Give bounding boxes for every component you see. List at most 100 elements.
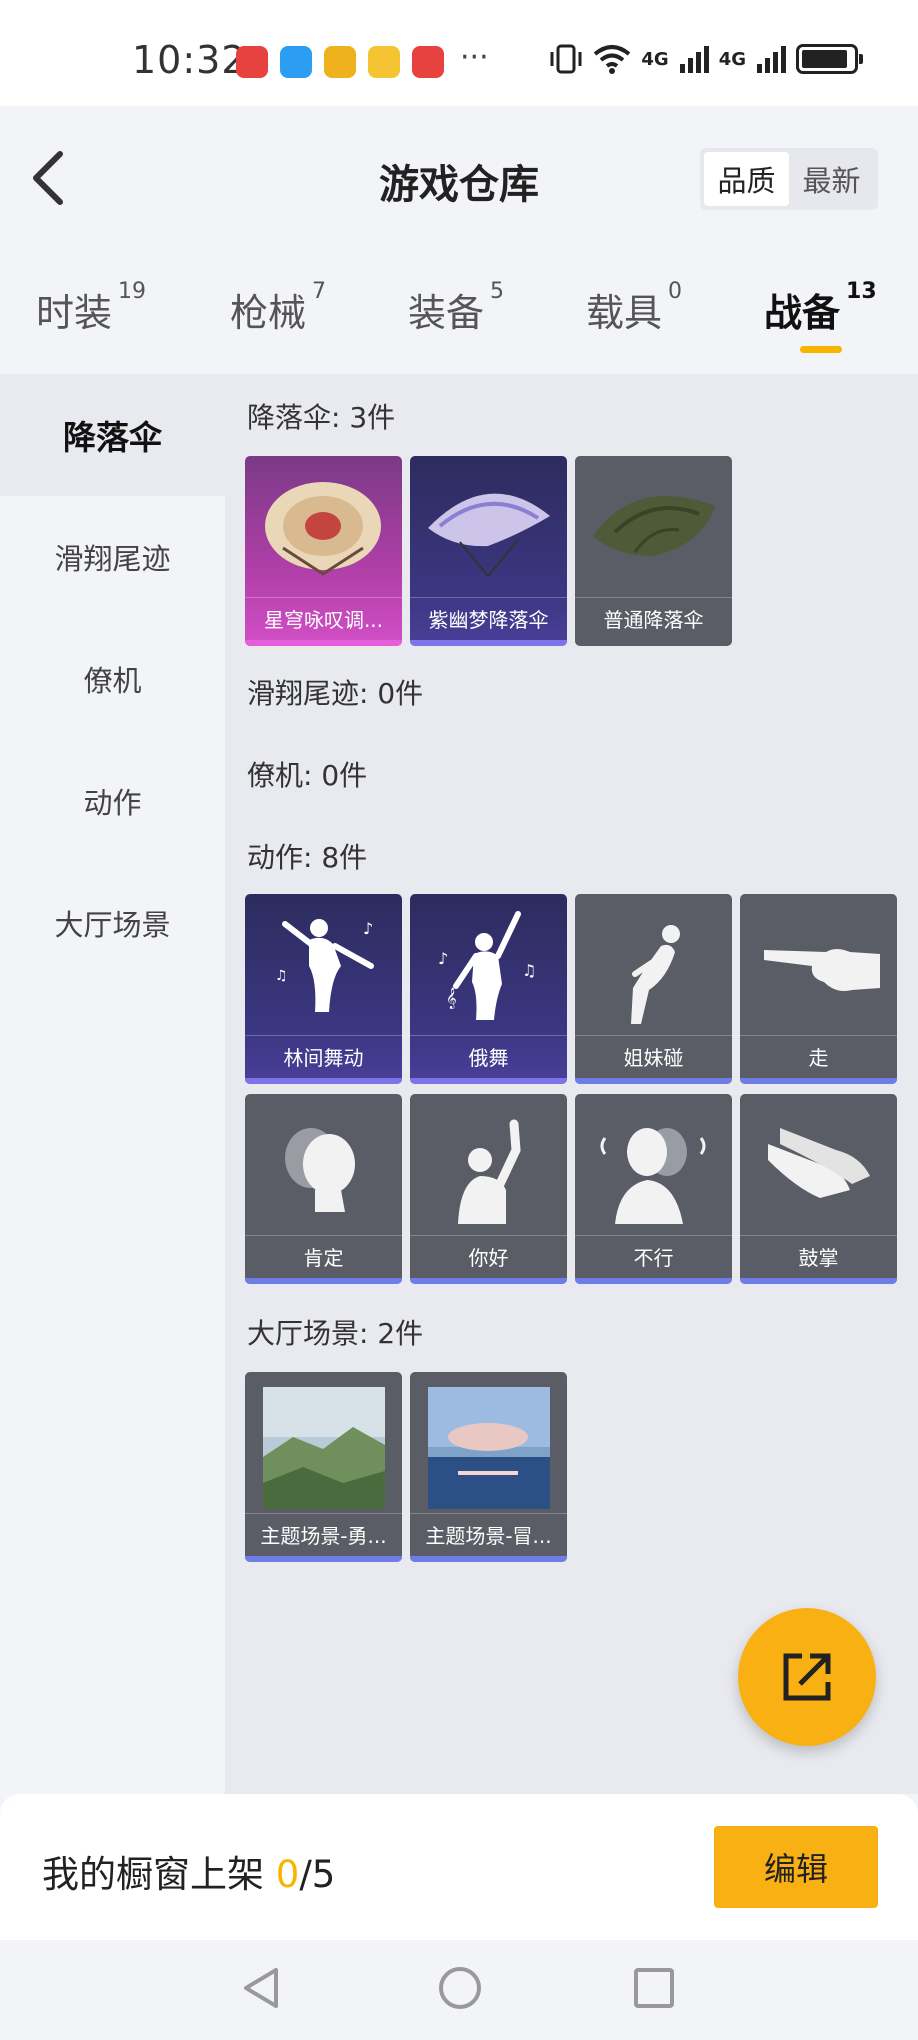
lottery-app-icon xyxy=(368,46,400,78)
rarity-bar xyxy=(410,1078,567,1084)
rarity-bar xyxy=(575,1078,732,1084)
item-name: 姐妹碰 xyxy=(623,1045,684,1070)
edit-button[interactable]: 编辑 xyxy=(714,1826,878,1908)
wifi-icon xyxy=(594,45,631,74)
sidebar-item-parachute[interactable]: 降落伞 xyxy=(0,374,225,496)
showcase-status: 我的橱窗上架 0/5 xyxy=(42,1844,335,1898)
item-card[interactable]: 走 xyxy=(740,894,897,1084)
parachute-icon xyxy=(428,493,550,578)
showcase-current-count: 0 xyxy=(275,1853,300,1896)
tab-battle-gear[interactable]: 战备 13 xyxy=(764,279,877,337)
system-indicators: 4G 4G xyxy=(549,42,863,76)
tab-label: 装备 xyxy=(408,291,485,335)
rarity-bar xyxy=(245,1078,402,1084)
item-card[interactable]: 鼓掌 xyxy=(740,1094,897,1284)
svg-text:♪: ♪ xyxy=(438,949,448,968)
system-navigation-bar xyxy=(0,1940,918,2040)
sort-by-quality-button[interactable]: 品质 xyxy=(704,152,789,206)
item-name: 鼓掌 xyxy=(798,1245,839,1270)
item-card[interactable]: 你好 xyxy=(410,1094,567,1284)
nav-recents-icon[interactable] xyxy=(630,1964,678,2012)
section-title-parachute: 降落伞: 3件 xyxy=(247,401,396,434)
showcase-label: 我的橱窗上架 xyxy=(42,1853,264,1896)
active-tab-indicator xyxy=(800,346,842,353)
item-card[interactable]: 普通降落伞 xyxy=(575,456,732,646)
item-name: 星穹咏叹调... xyxy=(263,607,384,632)
sidebar-item-glide-trail[interactable]: 滑翔尾迹 xyxy=(0,496,225,618)
share-out-icon xyxy=(783,1653,831,1701)
section-title-lobby-scene: 大厅场景: 2件 xyxy=(247,1317,424,1350)
tab-outfits[interactable]: 时装 19 xyxy=(36,279,147,337)
rarity-bar xyxy=(245,640,402,646)
status-bar: 10:32 ··· 4G 4G xyxy=(0,0,918,106)
game-app-icon xyxy=(324,46,356,78)
sidebar: 降落伞 滑翔尾迹 僚机 动作 大厅场景 xyxy=(0,374,225,1794)
nav-back-icon[interactable] xyxy=(238,1964,286,2012)
item-name: 不行 xyxy=(633,1245,674,1270)
signal-bars-icon xyxy=(757,46,786,73)
item-name: 普通降落伞 xyxy=(603,607,704,632)
item-name: 紫幽梦降落伞 xyxy=(428,607,549,632)
tab-weapons[interactable]: 枪械 7 xyxy=(230,279,327,337)
tab-label: 时装 xyxy=(36,291,113,335)
tab-label: 战备 xyxy=(764,291,841,335)
item-name: 你好 xyxy=(468,1245,509,1270)
sidebar-item-lobby-scene[interactable]: 大厅场景 xyxy=(0,862,225,984)
share-button[interactable] xyxy=(738,1608,876,1746)
app-header: 游戏仓库 品质 最新 xyxy=(0,106,918,250)
clapping-hands-icon xyxy=(768,1128,870,1198)
section-title-emote: 动作: 8件 xyxy=(247,841,368,874)
rarity-bar xyxy=(410,1556,567,1562)
rarity-bar xyxy=(740,1078,897,1084)
mountain-scene-thumbnail xyxy=(263,1387,385,1509)
dancer-silhouette-icon: ♪♫ xyxy=(275,919,374,1012)
pointing-hand-icon xyxy=(764,949,880,991)
showcase-bar: 我的橱窗上架 0/5 编辑 xyxy=(0,1794,918,1940)
rarity-bar xyxy=(410,640,567,646)
item-name: 肯定 xyxy=(303,1245,344,1270)
item-card[interactable]: ♪ ♫ 林间舞动 xyxy=(245,894,402,1084)
item-name: 主题场景-冒... xyxy=(425,1523,552,1548)
pose-silhouette-icon xyxy=(631,925,680,1024)
item-card[interactable]: 主题场景-冒... xyxy=(410,1372,567,1562)
tab-count: 19 xyxy=(118,279,147,305)
nodding-head-icon xyxy=(285,1128,355,1212)
svg-text:♫: ♫ xyxy=(522,961,536,980)
item-card[interactable]: 姐妹碰 xyxy=(575,894,732,1084)
battery-icon xyxy=(796,44,863,74)
rarity-bar xyxy=(410,1278,567,1284)
more-notifications-icon: ··· xyxy=(460,40,489,75)
nav-home-icon[interactable] xyxy=(436,1964,484,2012)
item-name: 主题场景-勇... xyxy=(260,1523,387,1548)
vibrate-icon xyxy=(550,44,582,74)
huawei-app-icon xyxy=(412,46,444,78)
item-card[interactable]: 紫幽梦降落伞 xyxy=(410,456,567,646)
section-title-glide-trail: 滑翔尾迹: 0件 xyxy=(247,677,424,710)
section-title-wingman: 僚机: 0件 xyxy=(247,759,368,792)
tab-equipment[interactable]: 装备 5 xyxy=(408,279,504,337)
tab-count: 7 xyxy=(312,279,327,305)
item-card[interactable]: 不行 xyxy=(575,1094,732,1284)
rarity-bar xyxy=(245,1278,402,1284)
tab-vehicles[interactable]: 载具 0 xyxy=(586,279,683,337)
item-card[interactable]: ♪ ♫ 𝄞 俄舞 xyxy=(410,894,567,1084)
parachute-icon xyxy=(593,496,715,556)
parachute-icon xyxy=(265,482,381,576)
sidebar-item-emote[interactable]: 动作 xyxy=(0,740,225,862)
tab-count: 13 xyxy=(846,279,877,305)
sidebar-item-wingman[interactable]: 僚机 xyxy=(0,618,225,740)
tab-count: 0 xyxy=(668,279,683,305)
item-card[interactable]: 星穹咏叹调... xyxy=(245,456,402,646)
rarity-bar xyxy=(575,1278,732,1284)
item-card[interactable]: 肯定 xyxy=(245,1094,402,1284)
item-name: 走 xyxy=(808,1045,829,1070)
item-name: 俄舞 xyxy=(468,1045,509,1070)
item-list: 降落伞: 3件 星穹咏叹调... 紫幽梦降落伞 普通降落伞 滑翔尾迹: 0件 僚… xyxy=(225,374,918,1794)
signal-bars-icon xyxy=(679,46,709,73)
sort-by-newest-button[interactable]: 最新 xyxy=(789,152,874,206)
rarity-bar xyxy=(740,1278,897,1284)
svg-text:♪: ♪ xyxy=(363,919,373,938)
sort-toggle: 品质 最新 xyxy=(700,148,878,210)
item-card[interactable]: 主题场景-勇... xyxy=(245,1372,402,1562)
sea-scene-thumbnail xyxy=(428,1387,550,1509)
